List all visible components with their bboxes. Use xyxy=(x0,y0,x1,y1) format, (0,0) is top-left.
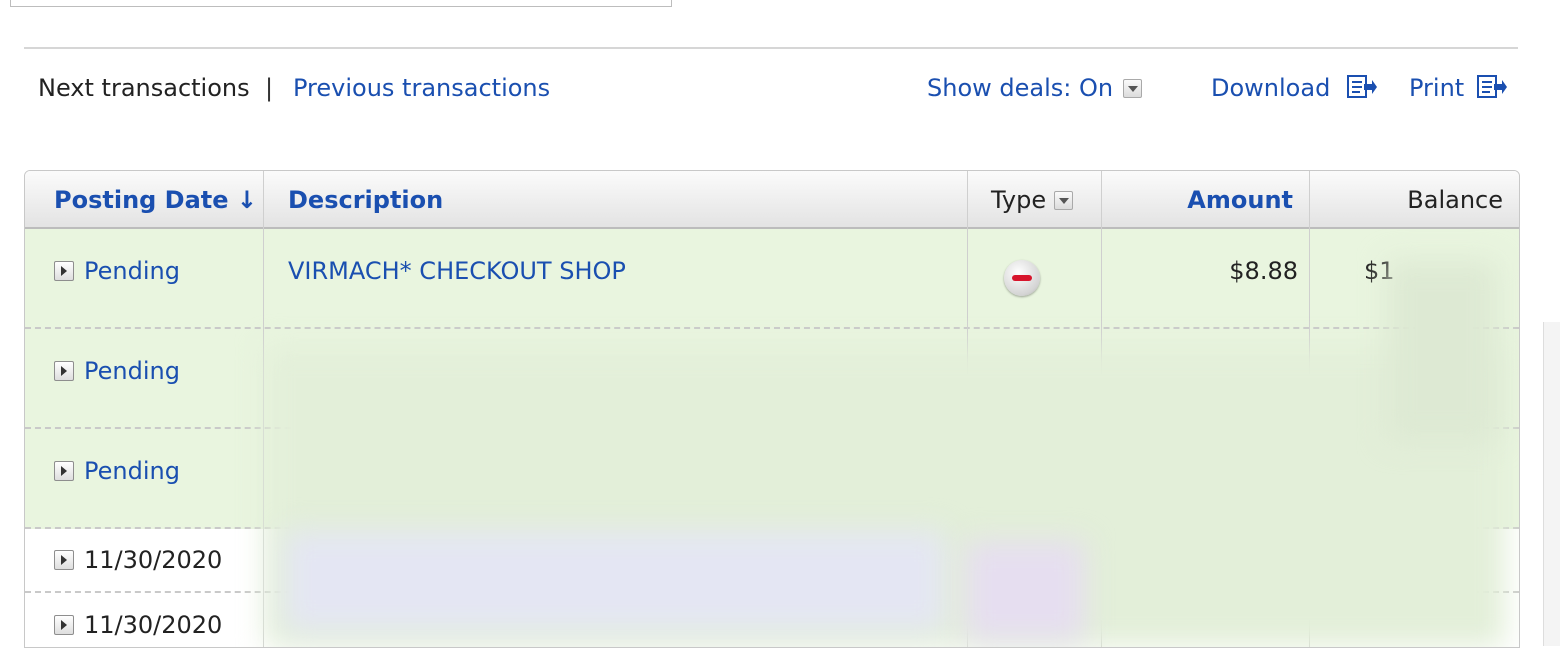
column-header-type-label[interactable]: Type xyxy=(991,186,1046,214)
posting-date-cell[interactable]: 11/30/2020 xyxy=(54,609,222,641)
redacted-region xyxy=(285,531,945,631)
download-link[interactable]: Download xyxy=(1211,72,1378,104)
amount-value: $8.88 xyxy=(1229,257,1298,285)
expand-row-icon[interactable] xyxy=(54,461,74,481)
search-input[interactable] xyxy=(10,0,672,7)
debit-icon xyxy=(1004,260,1040,296)
previous-transactions-link[interactable]: Previous transactions xyxy=(293,72,550,104)
column-header-posting-date[interactable]: Posting Date ↓ xyxy=(54,171,257,227)
show-deals-label[interactable]: Show deals: On xyxy=(927,74,1113,102)
divider xyxy=(24,47,1518,49)
column-header-amount[interactable]: Amount xyxy=(1101,171,1293,227)
posting-date-label[interactable]: Pending xyxy=(84,257,180,285)
previous-transactions-label[interactable]: Previous transactions xyxy=(293,74,550,102)
posting-date-label[interactable]: Pending xyxy=(84,357,180,385)
posting-date-cell[interactable]: Pending xyxy=(54,355,180,387)
posting-date-label: 11/30/2020 xyxy=(84,546,223,574)
show-deals-dropdown[interactable]: Show deals: On xyxy=(927,72,1143,104)
column-header-type[interactable]: Type xyxy=(991,171,1074,227)
description-link[interactable]: VIRMACH* CHECKOUT SHOP xyxy=(288,255,626,287)
print-link[interactable]: Print xyxy=(1409,72,1508,104)
nav-separator: | xyxy=(265,74,274,102)
expand-row-icon[interactable] xyxy=(54,615,74,635)
export-document-icon[interactable] xyxy=(1346,75,1378,99)
table-row[interactable]: Pending VIRMACH* CHECKOUT SHOP $8.88 $1 xyxy=(25,229,1519,329)
next-transactions-label: Next transactions xyxy=(38,74,250,102)
chevron-down-icon[interactable] xyxy=(1123,79,1143,98)
column-header-description[interactable]: Description xyxy=(288,171,443,227)
print-label[interactable]: Print xyxy=(1409,74,1464,102)
side-panel-edge xyxy=(1543,322,1560,646)
posting-date-label[interactable]: Pending xyxy=(84,457,180,485)
redacted-region xyxy=(1387,261,1497,441)
table-header: Posting Date ↓ Description Type Amount B… xyxy=(25,171,1519,229)
column-divider xyxy=(263,171,264,647)
download-label[interactable]: Download xyxy=(1211,74,1330,102)
posting-date-cell[interactable]: 11/30/2020 xyxy=(54,544,222,576)
expand-row-icon[interactable] xyxy=(54,361,74,381)
chevron-down-icon[interactable] xyxy=(1054,191,1074,210)
posting-date-cell[interactable]: Pending xyxy=(54,455,180,487)
redacted-region xyxy=(965,541,1085,641)
expand-row-icon[interactable] xyxy=(54,550,74,570)
column-header-balance: Balance xyxy=(1407,186,1503,214)
expand-row-icon[interactable] xyxy=(54,261,74,281)
posting-date-label: 11/30/2020 xyxy=(84,611,223,639)
transactions-table: Posting Date ↓ Description Type Amount B… xyxy=(24,170,1520,648)
print-document-icon[interactable] xyxy=(1476,75,1508,99)
posting-date-cell[interactable]: Pending xyxy=(54,255,180,287)
